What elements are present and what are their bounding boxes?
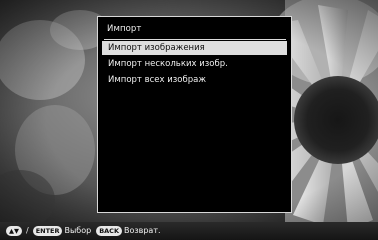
menu-title: Импорт <box>107 24 142 34</box>
photo-frame-screen: Импорт Импорт изображения Импорт несколь… <box>0 0 378 240</box>
menu-item-import-all[interactable]: Импорт всех изображ <box>102 73 287 87</box>
slash-separator: / <box>26 226 29 235</box>
button-guide-bar: ▲▼ / ENTER Выбор BACK Возврат. <box>0 222 378 240</box>
menu-item-import-image[interactable]: Импорт изображения <box>102 41 287 55</box>
menu-item-import-multiple[interactable]: Импорт нескольких изобр. <box>102 57 287 71</box>
enter-key-badge: ENTER <box>32 225 63 236</box>
enter-label: Выбор <box>64 226 92 235</box>
up-down-arrows-icon: ▲▼ <box>6 225 22 236</box>
back-label: Возврат. <box>123 226 161 235</box>
menu-divider <box>104 39 286 40</box>
import-menu: Импорт Импорт изображения Импорт несколь… <box>97 16 292 213</box>
back-key-badge: BACK <box>96 225 122 236</box>
